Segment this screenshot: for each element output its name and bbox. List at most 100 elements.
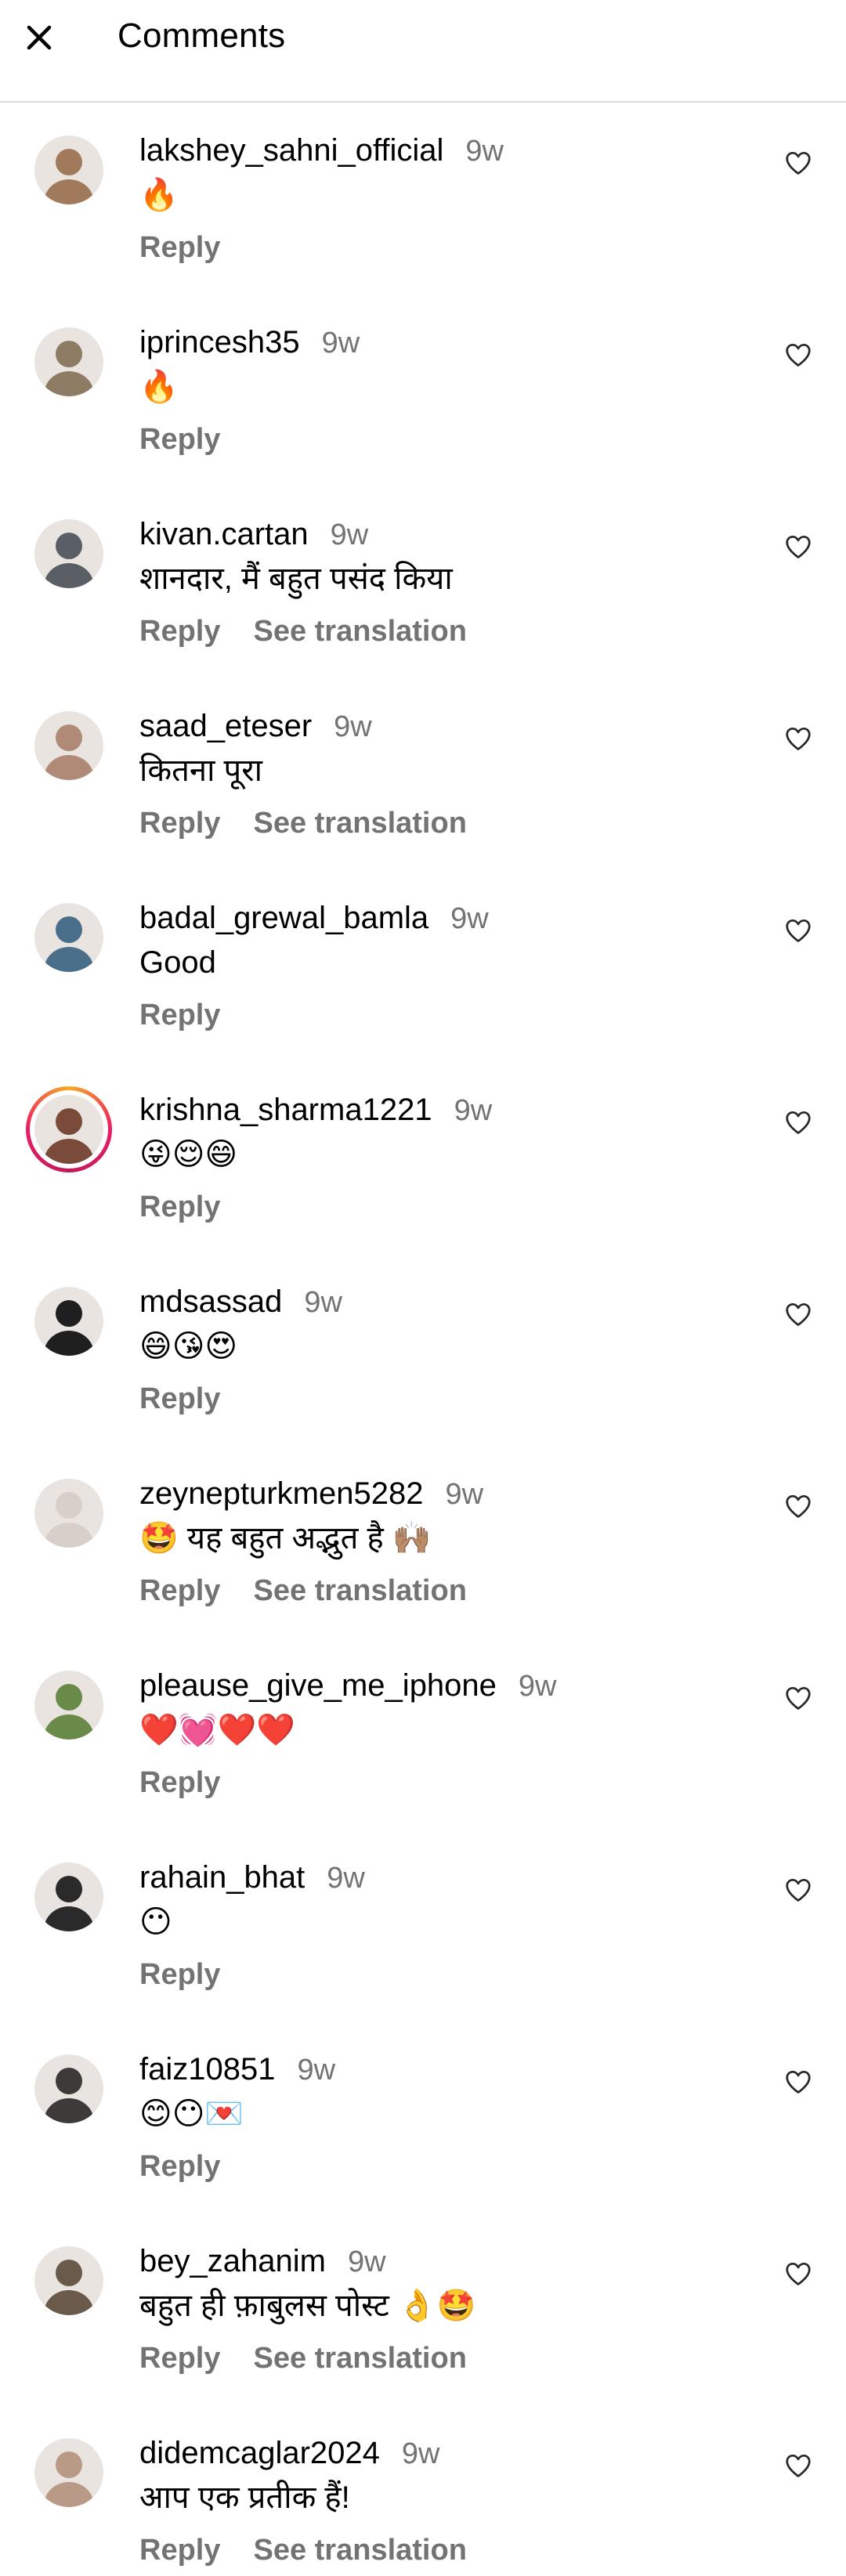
comment-text: 😜😌😄	[139, 1137, 238, 1172]
comment-timestamp: 9w	[445, 1478, 484, 1511]
see-translation-button[interactable]: See translation	[253, 2342, 466, 2375]
heart-icon[interactable]	[783, 1875, 813, 1905]
avatar[interactable]	[34, 711, 103, 780]
comment-username[interactable]: pleause_give_me_iphone	[139, 1666, 497, 1705]
heart-icon[interactable]	[783, 1107, 813, 1137]
avatar[interactable]	[34, 1479, 103, 1548]
avatar[interactable]	[34, 519, 103, 588]
see-translation-button[interactable]: See translation	[253, 1574, 466, 1607]
comment-username[interactable]: zeynepturkmen5282	[139, 1474, 423, 1513]
reply-button[interactable]: Reply	[139, 807, 220, 840]
comment-actions: Reply See translation	[139, 2531, 500, 2570]
comment-item: pleause_give_me_iphone 9w ❤️💓❤️❤️ Reply	[0, 1639, 846, 1831]
avatar[interactable]	[34, 2054, 103, 2123]
comment-username[interactable]: saad_eteser	[139, 706, 312, 746]
comment-text: 😊😶💌	[139, 2097, 244, 2131]
comment-timestamp: 9w	[518, 1670, 557, 1703]
comment-username[interactable]: faiz10851	[139, 2050, 275, 2089]
heart-icon[interactable]	[783, 2259, 813, 2289]
comment-actions: Reply See translation	[139, 2339, 500, 2378]
comment-item: iprincesh35 9w 🔥 Reply	[0, 296, 846, 488]
heart-icon[interactable]	[783, 1491, 813, 1521]
avatar[interactable]	[34, 1095, 103, 1164]
close-icon[interactable]	[19, 17, 60, 58]
reply-button[interactable]: Reply	[139, 615, 220, 648]
comment-actions: Reply	[139, 420, 253, 459]
story-ring[interactable]	[26, 1086, 112, 1172]
comment-username[interactable]: badal_grewal_bamla	[139, 898, 428, 938]
reply-button[interactable]: Reply	[139, 1574, 220, 1607]
heart-icon[interactable]	[783, 2067, 813, 2097]
reply-button[interactable]: Reply	[139, 1382, 220, 1415]
see-translation-button[interactable]: See translation	[253, 615, 466, 648]
comment-text: शानदार, मैं बहुत पसंद किया	[139, 562, 453, 596]
comment-item: bey_zahanim 9w बहुत ही फ़ाबुलस पोस्ट 👌🤩 Rep…	[0, 2215, 846, 2407]
comment-text: ❤️💓❤️❤️	[139, 1713, 296, 1747]
heart-icon[interactable]	[783, 532, 813, 562]
comment-username[interactable]: lakshey_sahni_official	[139, 131, 443, 170]
heart-icon[interactable]	[783, 2451, 813, 2480]
comment-username[interactable]: mdsassad	[139, 1282, 282, 1321]
comment-text: बहुत ही फ़ाबुलस पोस्ट 👌🤩	[139, 2289, 476, 2323]
reply-button[interactable]: Reply	[139, 423, 220, 456]
reply-button[interactable]: Reply	[139, 1190, 220, 1223]
comment-username[interactable]: bey_zahanim	[139, 2242, 326, 2281]
comment-item: didemcaglar2024 9w आप एक प्रतीक हैं! Reply S…	[0, 2407, 846, 2576]
comment-timestamp: 9w	[304, 1286, 342, 1319]
avatar[interactable]	[34, 903, 103, 972]
reply-button[interactable]: Reply	[139, 1766, 220, 1799]
avatar[interactable]	[34, 1671, 103, 1740]
comment-username[interactable]: iprincesh35	[139, 323, 300, 362]
see-translation-button[interactable]: See translation	[253, 807, 466, 840]
comment-item: lakshey_sahni_official 9w 🔥 Reply	[0, 104, 846, 296]
heart-icon[interactable]	[783, 1683, 813, 1713]
comment-text: 🔥	[139, 178, 179, 212]
comment-item: zeynepturkmen5282 9w 🤩 यह बहुत अद्भुत है 🙌…	[0, 1447, 846, 1639]
comment-actions: Reply	[139, 1763, 253, 1802]
avatar[interactable]	[34, 2438, 103, 2507]
avatar[interactable]	[34, 327, 103, 396]
avatar[interactable]	[34, 1287, 103, 1356]
heart-icon[interactable]	[783, 916, 813, 945]
comment-actions: Reply	[139, 2147, 253, 2186]
reply-button[interactable]: Reply	[139, 2150, 220, 2183]
reply-button[interactable]: Reply	[139, 2342, 220, 2375]
comment-username[interactable]: krishna_sharma1221	[139, 1090, 432, 1129]
comment-item: krishna_sharma1221 9w 😜😌😄 Reply	[0, 1064, 846, 1255]
comment-username[interactable]: kivan.cartan	[139, 515, 309, 554]
comment-meta: faiz10851 9w	[139, 2050, 335, 2089]
comment-meta: kivan.cartan 9w	[139, 515, 368, 554]
avatar[interactable]	[34, 135, 103, 204]
reply-button[interactable]: Reply	[139, 231, 220, 264]
comment-item: saad_eteser 9w कितना पूरा Reply See translat…	[0, 680, 846, 872]
comment-item: badal_grewal_bamla 9w Good Reply	[0, 872, 846, 1064]
heart-icon[interactable]	[783, 148, 813, 178]
comment-item: mdsassad 9w 😄😘😍 Reply	[0, 1255, 846, 1447]
comment-item: faiz10851 9w 😊😶💌 Reply	[0, 2023, 846, 2215]
comment-actions: Reply	[139, 1955, 253, 1994]
avatar[interactable]	[34, 2246, 103, 2315]
comment-meta: krishna_sharma1221 9w	[139, 1090, 492, 1129]
heart-icon[interactable]	[783, 340, 813, 370]
comment-actions: Reply	[139, 228, 253, 267]
comment-timestamp: 9w	[297, 2054, 336, 2086]
heart-icon[interactable]	[783, 1299, 813, 1329]
reply-button[interactable]: Reply	[139, 1958, 220, 1991]
reply-button[interactable]: Reply	[139, 999, 220, 1031]
avatar[interactable]	[34, 1862, 103, 1931]
reply-button[interactable]: Reply	[139, 2534, 220, 2567]
comment-timestamp: 9w	[347, 2245, 386, 2278]
comment-timestamp: 9w	[401, 2437, 440, 2470]
see-translation-button[interactable]: See translation	[253, 2534, 466, 2567]
heart-icon[interactable]	[783, 724, 813, 753]
comment-username[interactable]: didemcaglar2024	[139, 2433, 380, 2473]
comment-actions: Reply See translation	[139, 804, 500, 843]
comment-text: 😶	[139, 1905, 172, 1939]
comment-actions: Reply	[139, 1187, 253, 1227]
comment-text: 😄😘😍	[139, 1329, 238, 1364]
comment-timestamp: 9w	[450, 902, 489, 935]
comment-username[interactable]: rahain_bhat	[139, 1858, 305, 1897]
comment-meta: pleause_give_me_iphone 9w	[139, 1666, 557, 1705]
comment-timestamp: 9w	[334, 710, 372, 743]
comment-meta: iprincesh35 9w	[139, 323, 360, 362]
